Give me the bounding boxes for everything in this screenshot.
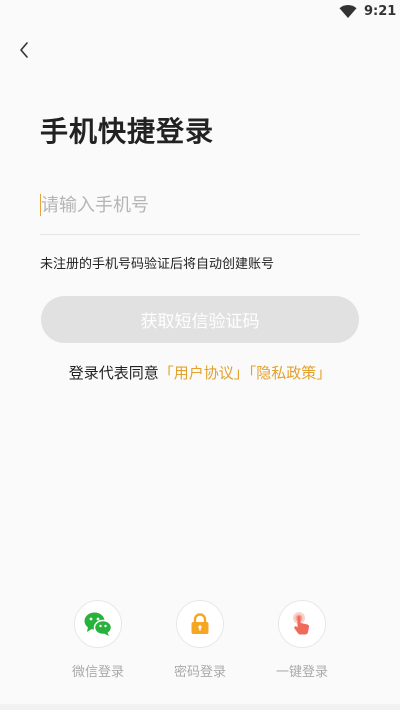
wechat-login-circle[interactable] [74,600,122,648]
page-title: 手机快捷登录 [40,115,215,148]
privacy-policy-link[interactable]: 「隐私政策」 [249,364,332,382]
lock-icon [191,613,209,634]
password-login-circle[interactable] [176,600,224,648]
wechat-icon [84,612,113,636]
wechat-login-option[interactable]: 微信登录 [58,600,138,680]
register-hint: 未注册的手机号码验证后将自动创建账号 [40,257,275,272]
agreement-text: 登录代表同意「用户协议」「隐私政策」 [0,362,400,383]
password-login-option[interactable]: 密码登录 [160,600,240,680]
back-button[interactable] [12,38,36,62]
wechat-login-label: 微信登录 [71,665,124,680]
bottom-divider [0,704,400,710]
get-sms-code-button[interactable]: 获取短信验证码 [41,296,359,343]
tap-hand-icon [293,612,310,635]
agreement-prefix: 登录代表同意 [68,364,159,382]
wifi-icon [339,5,357,18]
phone-input[interactable] [40,188,361,222]
password-login-label: 密码登录 [173,665,226,680]
user-agreement-link[interactable]: 「用户协议」 [159,364,249,382]
status-time: 9:21 [364,4,397,19]
phone-field [40,188,361,235]
status-bar: 9:21 [0,0,400,24]
one-click-login-option[interactable]: 一键登录 [262,600,342,680]
chevron-left-icon [20,42,28,58]
one-click-login-circle[interactable] [278,600,326,648]
one-click-login-label: 一键登录 [275,665,328,680]
